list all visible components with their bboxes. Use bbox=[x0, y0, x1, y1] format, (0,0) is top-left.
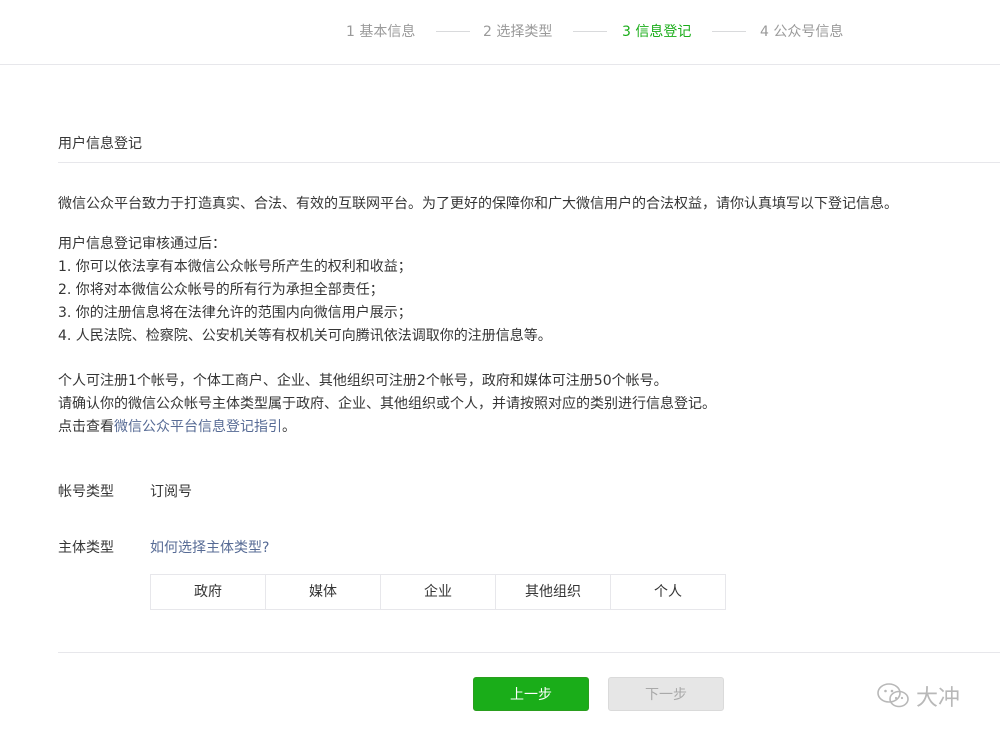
watermark: 大冲 bbox=[876, 680, 960, 712]
review-item: 3. 你的注册信息将在法律允许的范围内向微信用户展示； bbox=[58, 305, 412, 321]
section-divider bbox=[58, 162, 1000, 163]
entity-option-media[interactable]: 媒体 bbox=[266, 575, 381, 609]
step-choose-type: 2 选择类型 bbox=[483, 24, 553, 40]
step-account-info: 4 公众号信息 bbox=[760, 24, 844, 40]
step-divider bbox=[712, 31, 746, 32]
entity-type-help-link[interactable]: 如何选择主体类型? bbox=[150, 537, 269, 557]
note-confirm-type: 请确认你的微信公众帐号主体类型属于政府、企业、其他组织或个人，并请按照对应的类别… bbox=[58, 396, 716, 412]
step-indicator: 1 基本信息 2 选择类型 3 信息登记 4 公众号信息 bbox=[0, 0, 1000, 65]
note-guide: 点击查看微信公众平台信息登记指引。 bbox=[58, 416, 716, 439]
review-item: 2. 你将对本微信公众帐号的所有行为承担全部责任； bbox=[58, 282, 384, 298]
next-step-button[interactable]: 下一步 bbox=[608, 677, 724, 711]
entity-type-selector: 政府 媒体 企业 其他组织 个人 bbox=[150, 574, 726, 610]
note-guide-suffix: 。 bbox=[282, 419, 296, 435]
notes-block: 个人可注册1个帐号，个体工商户、企业、其他组织可注册2个帐号，政府和媒体可注册5… bbox=[58, 370, 716, 439]
account-type-value: 订阅号 bbox=[150, 484, 192, 500]
step-divider bbox=[573, 31, 607, 32]
entity-option-individual[interactable]: 个人 bbox=[611, 575, 725, 609]
review-item: 1. 你可以依法享有本微信公众帐号所产生的权利和收益； bbox=[58, 259, 412, 275]
intro-text: 微信公众平台致力于打造真实、合法、有效的互联网平台。为了更好的保障你和广大微信用… bbox=[58, 196, 898, 212]
wechat-icon bbox=[877, 683, 909, 708]
entity-option-enterprise[interactable]: 企业 bbox=[381, 575, 496, 609]
entity-type-label: 主体类型 bbox=[58, 540, 114, 556]
step-basic-info: 1 基本信息 bbox=[346, 24, 416, 40]
prev-step-button[interactable]: 上一步 bbox=[473, 677, 589, 711]
section-title: 用户信息登记 bbox=[58, 136, 142, 152]
registration-guide-link[interactable]: 微信公众平台信息登记指引 bbox=[114, 419, 282, 435]
watermark-text: 大冲 bbox=[916, 686, 961, 711]
step-info-registration: 3 信息登记 bbox=[622, 24, 692, 40]
entity-option-government[interactable]: 政府 bbox=[151, 575, 266, 609]
step-divider bbox=[436, 31, 470, 32]
note-guide-prefix: 点击查看 bbox=[58, 419, 114, 435]
account-type-label: 帐号类型 bbox=[58, 484, 114, 500]
review-heading: 用户信息登记审核通过后： bbox=[58, 236, 226, 252]
entity-option-other-org[interactable]: 其他组织 bbox=[496, 575, 611, 609]
review-block: 用户信息登记审核通过后： 1. 你可以依法享有本微信公众帐号所产生的权利和收益；… bbox=[58, 233, 552, 348]
footer-divider bbox=[58, 652, 1000, 653]
note-account-limits: 个人可注册1个帐号，个体工商户、企业、其他组织可注册2个帐号，政府和媒体可注册5… bbox=[58, 373, 668, 389]
review-item: 4. 人民法院、检察院、公安机关等有权机关可向腾讯依法调取你的注册信息等。 bbox=[58, 328, 552, 344]
